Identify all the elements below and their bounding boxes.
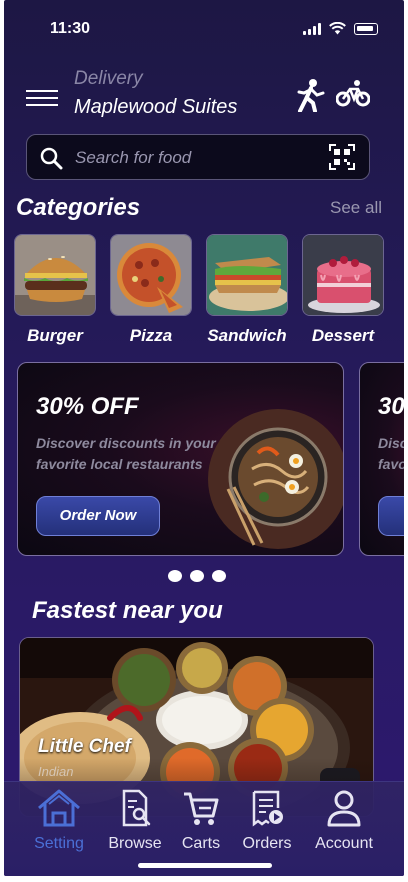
fastest-title: Fastest near you — [32, 597, 223, 624]
promo-description: Discover discounts in your favorite loca… — [36, 435, 216, 472]
category-label: Dessert — [311, 326, 375, 345]
category-dessert[interactable]: Dessert — [302, 234, 384, 346]
carousel-dot[interactable] — [190, 570, 204, 582]
search-icon — [40, 147, 63, 170]
promo-title: 30% OFF — [36, 393, 139, 420]
sandwich-image — [206, 234, 288, 316]
order-now-button[interactable]: Order Now — [36, 496, 160, 536]
nav-setting[interactable]: Setting — [19, 788, 99, 853]
category-label: Burger — [27, 326, 83, 345]
nav-orders[interactable]: Orders — [227, 788, 307, 853]
restaurant-name: Little Chef — [38, 736, 131, 757]
nav-label: Account — [315, 835, 373, 852]
restaurant-cuisine: Indian — [38, 764, 74, 779]
category-list: Burger Pizza Sandwich Dessert — [14, 234, 384, 346]
nav-label: Setting — [34, 835, 84, 852]
dessert-image — [302, 234, 384, 316]
burger-image — [14, 234, 96, 316]
bicycle-icon[interactable] — [336, 78, 370, 108]
categories-title: Categories — [16, 194, 141, 221]
browse-icon — [122, 789, 151, 827]
bottom-navigation: Setting Browse Carts Orders Account — [4, 781, 404, 876]
app-screen: 11:30 Delivery Maplewood Suites Search f… — [4, 0, 404, 876]
category-label: Pizza — [129, 326, 173, 345]
promo-card[interactable]: 30% OFF Discover discounts in your favor… — [17, 362, 344, 556]
home-indicator[interactable] — [138, 863, 272, 868]
category-burger[interactable]: Burger — [14, 234, 96, 346]
search-bar[interactable]: Search for food — [26, 134, 370, 180]
walking-icon[interactable] — [294, 78, 326, 112]
nav-account[interactable]: Account — [304, 788, 384, 853]
category-pizza[interactable]: Pizza — [110, 234, 192, 346]
delivery-address: Maplewood Suites — [74, 96, 238, 118]
orders-icon — [252, 790, 283, 827]
search-input[interactable]: Search for food — [75, 148, 191, 168]
see-all-link[interactable]: See all — [330, 198, 382, 218]
wifi-icon — [329, 22, 346, 35]
promo-card-next[interactable]: 30 Disc favo O — [359, 362, 404, 556]
qr-scan-icon[interactable] — [329, 144, 355, 170]
noodle-bowl-image — [208, 409, 343, 549]
menu-icon[interactable] — [26, 90, 58, 108]
delivery-mode-label: Delivery — [74, 68, 143, 89]
signal-icon — [303, 22, 321, 35]
category-sandwich[interactable]: Sandwich — [206, 234, 288, 346]
category-label: Sandwich — [207, 326, 287, 345]
status-time: 11:30 — [50, 20, 91, 37]
carousel-dot[interactable] — [212, 570, 226, 582]
cart-icon — [184, 792, 219, 825]
order-now-button[interactable]: O — [378, 496, 404, 536]
status-bar: 11:30 — [4, 18, 404, 42]
account-icon — [327, 790, 361, 827]
carousel-indicator[interactable] — [168, 570, 226, 582]
carousel-dot[interactable] — [168, 570, 182, 582]
home-icon — [38, 789, 80, 827]
delivery-location[interactable]: Delivery Maplewood Suites — [74, 68, 237, 119]
header: Delivery Maplewood Suites — [4, 66, 404, 126]
promo-title: 30 — [378, 393, 404, 420]
pizza-image — [110, 234, 192, 316]
battery-icon — [354, 22, 378, 35]
nav-label: Orders — [242, 835, 292, 852]
promo-description: Disc favo — [378, 435, 404, 472]
